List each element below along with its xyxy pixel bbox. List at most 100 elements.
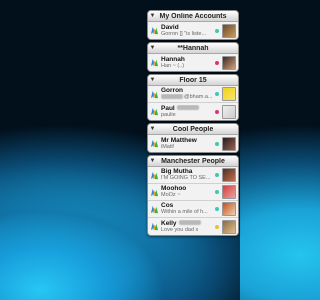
buddy-name: Paul: [161, 105, 215, 112]
disclosure-triangle-icon[interactable]: ▼: [148, 75, 157, 86]
buddy-avatar[interactable]: [222, 23, 236, 38]
group-panel: ▼ My Online Accounts David Gorron [] "is li…: [147, 10, 239, 40]
disclosure-triangle-icon[interactable]: ▼: [148, 11, 157, 22]
aim-running-man-icon: [150, 139, 159, 148]
buddy-status-message: paulie: [161, 112, 215, 119]
buddy-name: David: [161, 24, 215, 31]
buddy-status-text: paulie: [161, 111, 176, 118]
disclosure-triangle-icon[interactable]: ▼: [148, 43, 157, 54]
group-title: My Online Accounts: [159, 12, 227, 20]
buddy-name: Hannah: [161, 56, 215, 63]
buddy-name-text: Mr Matthew: [161, 136, 197, 144]
aim-running-man-icon: [150, 171, 159, 180]
presence-dot: [215, 190, 219, 194]
buddy-status-text: I'M GOING TO SE...: [161, 175, 211, 181]
buddy-avatar[interactable]: [222, 104, 236, 119]
group-header[interactable]: ▼ My Online Accounts: [148, 11, 238, 22]
presence-dot: [215, 60, 219, 65]
buddy-row[interactable]: Gorron @bham.a...: [148, 86, 238, 103]
group-header[interactable]: ▼ **Hannah: [148, 43, 238, 54]
buddy-text: David Gorron [] "is liste...: [161, 24, 215, 38]
buddy-text: Big Mutha I'M GOING TO SE...: [161, 168, 215, 182]
buddy-name-text: Gorron: [161, 87, 184, 94]
buddy-status-message: Within a mile of h...: [161, 209, 215, 216]
buddy-name-text: Cos: [161, 202, 174, 209]
buddy-name: Cos: [161, 202, 215, 209]
presence-dot: [215, 173, 219, 177]
aim-running-man-icon: [150, 188, 159, 197]
buddy-avatar[interactable]: [222, 136, 236, 151]
aim-running-man-icon: [150, 107, 159, 116]
group-panel: ▼ **Hannah Hannah Han ~ (..): [147, 42, 239, 72]
buddy-list-widget: ▼ My Online Accounts David Gorron [] "is li…: [147, 10, 239, 238]
group-header[interactable]: ▼ Cool People: [148, 124, 238, 135]
buddy-name: Kelly: [161, 220, 215, 227]
aim-running-man-icon: [150, 205, 159, 214]
disclosure-triangle-icon[interactable]: ▼: [148, 156, 157, 167]
buddy-avatar[interactable]: [222, 55, 236, 70]
buddy-row[interactable]: Mr Matthew iMatt!: [148, 135, 238, 152]
group-title: Floor 15: [179, 76, 207, 84]
buddy-text: Moohoo MoOz ~: [161, 185, 215, 199]
buddy-text: Kelly Love you dad x: [161, 220, 215, 234]
buddy-avatar[interactable]: [222, 219, 236, 234]
buddy-status-text: Han ~ (..): [161, 62, 185, 69]
buddy-text: Mr Matthew iMatt!: [161, 137, 215, 151]
buddy-row[interactable]: Paul paulie: [148, 103, 238, 120]
buddy-row[interactable]: Hannah Han ~ (..): [148, 54, 238, 71]
presence-dot: [215, 92, 219, 96]
aim-running-man-icon: [150, 58, 159, 67]
buddy-avatar[interactable]: [222, 185, 236, 199]
buddy-name-text: Moohoo: [161, 185, 187, 192]
aim-running-man-icon: [150, 90, 159, 99]
buddy-avatar[interactable]: [222, 202, 236, 216]
buddy-status-text: iMatt!: [161, 143, 175, 150]
buddy-row[interactable]: Moohoo MoOz ~: [148, 184, 238, 201]
buddy-row[interactable]: Kelly Love you dad x: [148, 218, 238, 235]
buddy-avatar[interactable]: [222, 87, 236, 101]
buddy-text: Cos Within a mile of h...: [161, 202, 215, 216]
buddy-status-message: iMatt!: [161, 144, 215, 151]
buddy-status-message: MoOz ~: [161, 192, 215, 199]
group-panel: ▼ Floor 15 Gorron @bham.a... Paul paulie: [147, 74, 239, 121]
buddy-name-text: David: [161, 23, 179, 31]
presence-dot: [215, 141, 219, 146]
buddy-name: Mr Matthew: [161, 137, 215, 144]
buddy-status-message: Gorron [] "is liste...: [161, 31, 215, 38]
buddy-status-text: Gorron [] "is liste...: [161, 30, 207, 37]
group-title: Manchester People: [161, 157, 225, 165]
disclosure-triangle-icon[interactable]: ▼: [148, 124, 157, 135]
buddy-status-message: Han ~ (..): [161, 63, 215, 70]
buddy-name-text: Paul: [161, 104, 175, 112]
redacted-status: [161, 94, 183, 100]
buddy-status-text: Within a mile of h...: [161, 209, 208, 215]
aim-running-man-icon: [150, 222, 159, 231]
buddy-name-text: Hannah: [161, 55, 185, 63]
group-panel: ▼ Cool People Mr Matthew iMatt!: [147, 123, 239, 153]
group-title: **Hannah: [177, 44, 209, 52]
buddy-name: Gorron: [161, 87, 215, 94]
presence-dot: [215, 109, 219, 114]
group-title: Cool People: [172, 125, 214, 133]
presence-dot: [215, 28, 219, 33]
buddy-row[interactable]: Cos Within a mile of h...: [148, 201, 238, 218]
buddy-text: Paul paulie: [161, 105, 215, 119]
buddy-status-text: @bham.a...: [184, 94, 213, 100]
presence-dot: [215, 224, 219, 229]
buddy-name: Moohoo: [161, 185, 215, 192]
group-panel: ▼ Manchester People Big Mutha I'M GOING TO …: [147, 155, 239, 236]
buddy-text: Hannah Han ~ (..): [161, 56, 215, 70]
group-header[interactable]: ▼ Floor 15: [148, 75, 238, 86]
group-header[interactable]: ▼ Manchester People: [148, 156, 238, 167]
buddy-name-text: Kelly: [161, 219, 177, 227]
buddy-row[interactable]: Big Mutha I'M GOING TO SE...: [148, 167, 238, 184]
buddy-row[interactable]: David Gorron [] "is liste...: [148, 22, 238, 39]
aim-running-man-icon: [150, 26, 159, 35]
buddy-name-text: Big Mutha: [161, 168, 193, 175]
buddy-text: Gorron @bham.a...: [161, 87, 215, 101]
buddy-status-text: Love you dad x: [161, 226, 199, 233]
redacted-surname: [176, 105, 199, 111]
buddy-avatar[interactable]: [222, 168, 236, 182]
buddy-status-text: MoOz ~: [161, 192, 181, 198]
redacted-surname: [178, 220, 201, 226]
